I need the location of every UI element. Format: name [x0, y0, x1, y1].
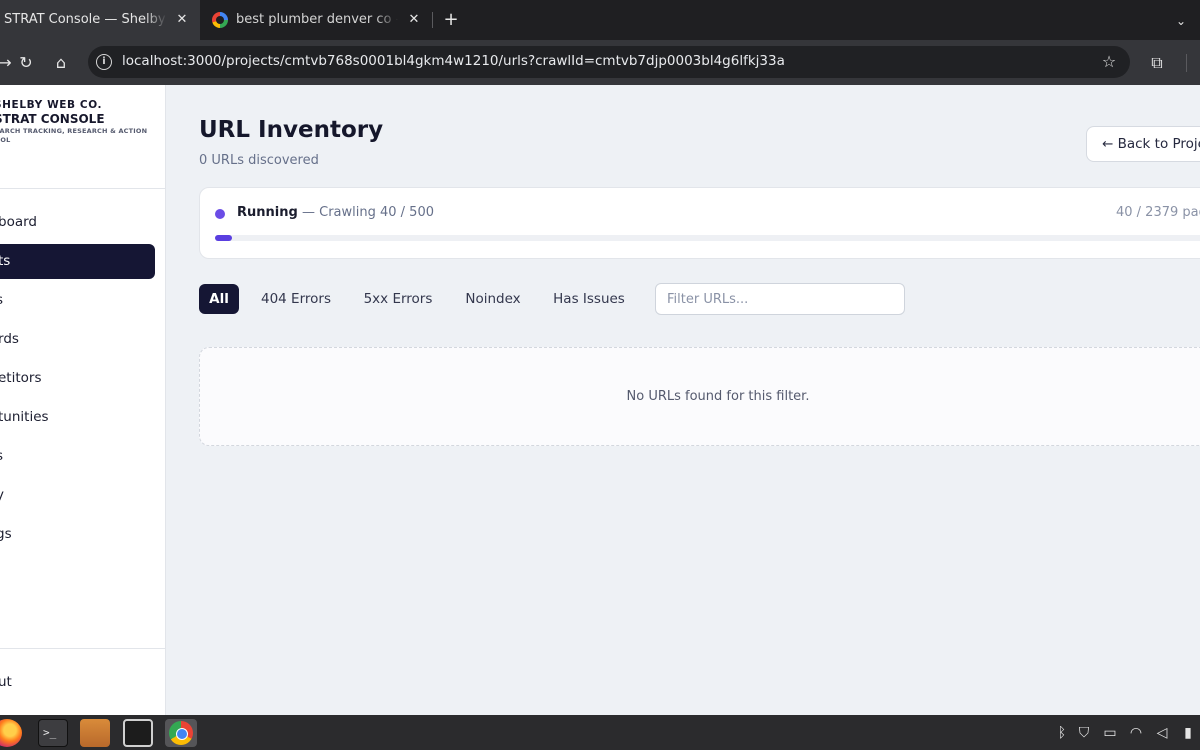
crawl-status-card: Running — Crawling 40 / 500 40 / 2379 pa… [199, 187, 1200, 259]
os-taskbar: ᛒ ⛉ ▭ ◠ ◁ ▮ [0, 715, 1200, 750]
site-info-icon[interactable]: i [96, 54, 112, 70]
tab-title: best plumber denver co - Go [236, 12, 398, 27]
crawl-progress-bar [215, 235, 1200, 241]
sidebar-item-settings[interactable]: gs [0, 517, 155, 552]
sidebar-item-label: rds [0, 331, 19, 347]
sidebar-item-tasks[interactable]: s [0, 439, 155, 474]
crawl-pages-count: 40 / 2379 pag [1116, 205, 1200, 220]
filter-tab-5xx-errors[interactable]: 5xx Errors [356, 284, 440, 314]
display-icon[interactable]: ▭ [1100, 723, 1120, 743]
close-tab-icon[interactable]: ✕ [404, 10, 424, 30]
home-icon[interactable]: ⌂ [48, 50, 74, 76]
sidebar-item-label: board [0, 214, 37, 230]
sidebar-item-label: s [0, 283, 3, 318]
battery-icon[interactable]: ▮ [1178, 723, 1198, 743]
bookmark-star-icon[interactable]: ☆ [1096, 49, 1122, 75]
urls-discovered-count: 0 URLs discovered [199, 153, 319, 168]
sidebar-item-label: tunities [0, 409, 49, 425]
filter-tab-noindex[interactable]: Noindex [457, 284, 529, 314]
back-button-label: ← Back to Proje [1102, 136, 1200, 152]
browser-tab-strat-console[interactable]: STRAT Console — Shelby We ✕ [0, 0, 200, 40]
close-tab-icon[interactable]: ✕ [172, 10, 192, 30]
sidebar-divider [0, 648, 165, 649]
back-to-project-button[interactable]: ← Back to Proje [1086, 126, 1200, 162]
sidebar-item-label: y [0, 478, 4, 513]
filter-tab-all[interactable]: All [199, 284, 239, 314]
bluetooth-icon[interactable]: ᛒ [1052, 723, 1072, 743]
crawl-status-label: Running [237, 205, 298, 220]
filter-tab-404-errors[interactable]: 404 Errors [252, 284, 340, 314]
filter-tab-has-issues[interactable]: Has Issues [545, 284, 633, 314]
url-list-empty-state: No URLs found for this filter. [199, 347, 1200, 446]
reload-icon[interactable]: ↻ [13, 50, 39, 76]
sidebar-divider [0, 188, 165, 189]
sidebar-item-label: ut [0, 674, 12, 690]
tab-search-chevron-down-icon[interactable]: ⌄ [1170, 10, 1192, 32]
sidebar-logout-button[interactable]: ut [0, 665, 155, 700]
sidebar-item-keywords[interactable]: rds [0, 322, 155, 357]
sidebar-item-urls[interactable]: s [0, 283, 155, 318]
browser-toolbar: → ↻ ⌂ i localhost:3000/projects/cmtvb768… [0, 40, 1200, 85]
brand-tagline: SEARCH TRACKING, RESEARCH & ACTION TOOL [0, 127, 148, 144]
chrome-icon[interactable] [165, 719, 197, 747]
brand-product: STRAT CONSOLE [0, 112, 105, 126]
sidebar-item-projects[interactable]: ts [0, 244, 155, 279]
empty-state-message: No URLs found for this filter. [626, 389, 810, 404]
browser-tab-google-search[interactable]: best plumber denver co - Go ✕ [200, 0, 432, 40]
crawl-progress-fill [215, 235, 232, 241]
app-sidebar: SHELBY WEB CO. STRAT CONSOLE SEARCH TRAC… [0, 85, 166, 715]
sidebar-item-dashboard[interactable]: board [0, 205, 155, 240]
shield-icon[interactable]: ⛉ [1074, 723, 1094, 743]
sidebar-item-label: etitors [0, 370, 42, 386]
files-folder-icon[interactable] [80, 719, 110, 747]
sidebar-item-label: gs [0, 526, 12, 542]
firefox-icon[interactable] [0, 719, 22, 747]
extensions-puzzle-icon[interactable]: ⧉ [1144, 50, 1170, 76]
url-text[interactable]: localhost:3000/projects/cmtvb768s0001bl4… [122, 53, 785, 69]
new-tab-plus-icon[interactable]: + [440, 9, 462, 31]
sidebar-item-history[interactable]: y [0, 478, 155, 513]
sidebar-item-label: s [0, 439, 3, 474]
volume-muted-icon[interactable]: ◁ [1152, 723, 1172, 743]
browser-tab-bar: STRAT Console — Shelby We ✕ best plumber… [0, 0, 1200, 40]
wifi-icon[interactable]: ◠ [1126, 723, 1146, 743]
filter-urls-input[interactable] [655, 283, 905, 315]
sidebar-item-competitors[interactable]: etitors [0, 361, 155, 396]
terminal-icon[interactable] [38, 719, 68, 747]
address-bar[interactable]: i localhost:3000/projects/cmtvb768s0001b… [88, 46, 1130, 78]
tab-title: STRAT Console — Shelby We [4, 12, 167, 27]
app-window-icon[interactable] [123, 719, 153, 747]
sidebar-item-opportunities[interactable]: tunities [0, 400, 155, 435]
brand-name: SHELBY WEB CO. [0, 99, 103, 111]
sidebar-item-label: ts [0, 253, 11, 269]
status-dot-icon [215, 209, 225, 219]
page-title: URL Inventory [199, 117, 384, 143]
google-favicon-icon [212, 12, 228, 28]
crawl-status-detail: — Crawling 40 / 500 [302, 205, 434, 220]
